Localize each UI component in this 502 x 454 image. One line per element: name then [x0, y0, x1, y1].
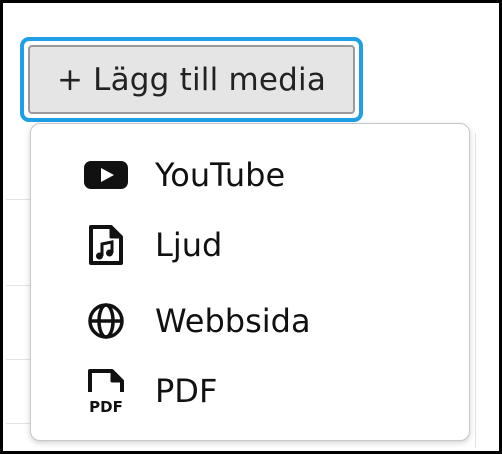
add-media-button-face[interactable]: + Lägg till media — [28, 45, 355, 114]
menu-item-pdf[interactable]: PDF PDF — [31, 360, 469, 422]
add-media-button[interactable]: + Lägg till media — [20, 37, 363, 122]
pdf-icon-text: PDF — [89, 398, 123, 414]
background-divider — [475, 133, 476, 448]
youtube-icon — [81, 155, 131, 195]
add-media-dropdown: YouTube Ljud Webbsida PDF PDF — [30, 123, 470, 441]
add-media-label: Lägg till media — [93, 61, 327, 98]
menu-item-webpage[interactable]: Webbsida — [31, 290, 469, 352]
menu-item-label: PDF — [155, 372, 218, 410]
menu-item-label: Webbsida — [155, 302, 311, 340]
menu-item-youtube[interactable]: YouTube — [31, 144, 469, 206]
audio-file-icon — [81, 225, 131, 265]
menu-item-label: Ljud — [155, 226, 223, 264]
plus-icon: + — [56, 61, 84, 98]
globe-icon — [81, 301, 131, 341]
menu-item-label: YouTube — [155, 156, 286, 194]
menu-item-audio[interactable]: Ljud — [31, 214, 469, 276]
pdf-file-icon: PDF — [81, 369, 131, 414]
